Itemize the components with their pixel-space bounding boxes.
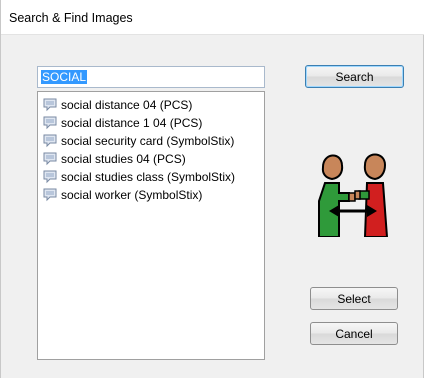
list-item[interactable]: social distance 1 04 (PCS) (38, 114, 264, 132)
social-distance-people-icon (318, 153, 389, 237)
list-item-label: social distance 1 04 (PCS) (61, 116, 203, 130)
search-input-value[interactable]: SOCIAL (41, 70, 88, 84)
search-button[interactable]: Search (305, 65, 404, 88)
double-arrow-icon (329, 205, 377, 217)
title-bar: Search & Find Images (1, 0, 424, 35)
search-input[interactable]: SOCIAL (37, 66, 265, 88)
cancel-button[interactable]: Cancel (310, 322, 398, 345)
list-item[interactable]: social distance 04 (PCS) (38, 96, 264, 114)
right-person (354, 153, 389, 237)
speech-bubble-icon (43, 116, 57, 130)
speech-bubble-icon (43, 170, 57, 184)
list-item-label: social security card (SymbolStix) (61, 134, 235, 148)
search-find-images-dialog: Search & Find Images SOCIAL Search socia… (0, 0, 424, 378)
list-item-label: social distance 04 (PCS) (61, 98, 193, 112)
list-item-label: social studies class (SymbolStix) (61, 170, 236, 184)
window-title: Search & Find Images (9, 11, 133, 25)
select-button[interactable]: Select (310, 287, 398, 310)
speech-bubble-icon (43, 152, 57, 166)
results-list[interactable]: social distance 04 (PCS) social distance… (37, 91, 265, 360)
list-item-label: social worker (SymbolStix) (61, 188, 203, 202)
speech-bubble-icon (43, 98, 57, 112)
speech-bubble-icon (43, 134, 57, 148)
list-item[interactable]: social security card (SymbolStix) (38, 132, 264, 150)
list-item[interactable]: social studies 04 (PCS) (38, 150, 264, 168)
speech-bubble-icon (43, 188, 57, 202)
list-item-label: social studies 04 (PCS) (61, 152, 186, 166)
left-person (318, 154, 356, 237)
list-item[interactable]: social worker (SymbolStix) (38, 186, 264, 204)
list-item[interactable]: social studies class (SymbolStix) (38, 168, 264, 186)
